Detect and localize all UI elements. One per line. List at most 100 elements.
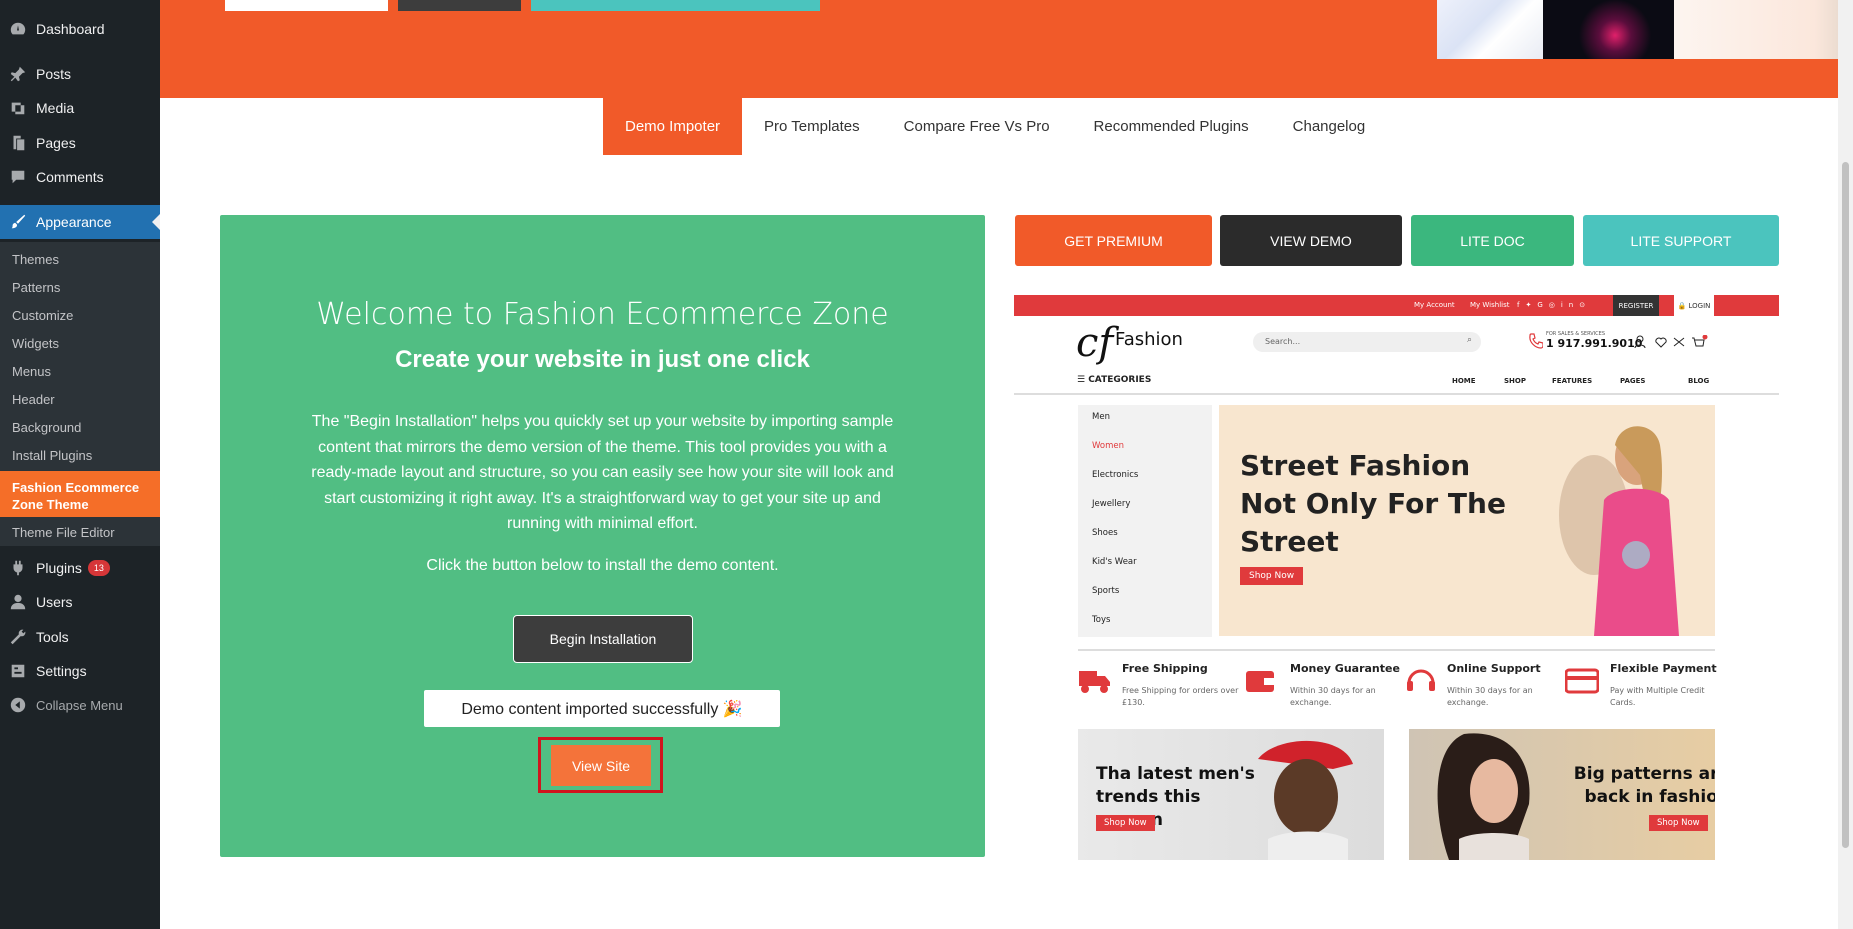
begin-installation-button[interactable]: Begin Installation xyxy=(513,615,693,663)
lite-support-button[interactable]: LITE SUPPORT xyxy=(1583,215,1779,266)
pin-icon xyxy=(0,65,36,83)
theme-demo-preview: My Account My Wishlist f✦G◎in⊙ REGISTER … xyxy=(1014,295,1779,861)
preview-phone-number: 1 917.991.9010 xyxy=(1546,337,1643,350)
submenu-themes[interactable]: Themes xyxy=(12,252,59,267)
menu-posts[interactable]: Posts xyxy=(0,57,160,91)
preview-category: Women xyxy=(1092,441,1125,451)
preview-promo-button: Shop Now xyxy=(1649,815,1708,831)
theme-banner xyxy=(160,0,1853,98)
scrollbar-thumb[interactable] xyxy=(1842,162,1849,848)
menu-pages[interactable]: Pages xyxy=(0,126,160,160)
submenu-theme-page[interactable]: Fashion Ecommerce Zone Theme xyxy=(0,471,160,517)
banner-input-stub xyxy=(225,0,388,11)
preview-categories-label: ☰ CATEGORIES xyxy=(1077,375,1152,385)
menu-label: Appearance xyxy=(36,214,112,230)
preview-category: Shoes xyxy=(1092,528,1118,538)
install-instruction: Click the button below to install the de… xyxy=(426,557,779,574)
preview-nav-blog: BLOG xyxy=(1688,377,1710,385)
submenu-patterns[interactable]: Patterns xyxy=(12,280,60,295)
preview-social-icons: f✦G◎in⊙ xyxy=(1517,301,1592,309)
preview-category: Kid's Wear xyxy=(1092,557,1137,567)
preview-feature-title: Money Guarantee xyxy=(1290,662,1400,675)
media-icon xyxy=(0,99,36,117)
preview-register-link: REGISTER xyxy=(1613,295,1659,316)
preview-feature-desc: Free Shipping for orders over £130. xyxy=(1122,686,1239,707)
get-premium-button[interactable]: GET PREMIUM xyxy=(1015,215,1212,266)
submenu-install-plugins[interactable]: Install Plugins xyxy=(12,448,92,463)
dashboard-icon xyxy=(0,20,36,38)
banner-button-stub[interactable] xyxy=(398,0,521,11)
preview-hero-title: Street Fashion Not Only For The Street xyxy=(1240,449,1506,558)
view-demo-button[interactable]: VIEW DEMO xyxy=(1220,215,1402,266)
menu-label: Comments xyxy=(36,169,104,185)
preview-category: Toys xyxy=(1092,615,1111,625)
settings-icon xyxy=(0,662,36,680)
preview-nav-features: FEATURES xyxy=(1552,377,1593,385)
preview-promo-women: Big patterns are back in fashion Shop No… xyxy=(1409,729,1715,860)
screenshot-thumb xyxy=(1543,0,1674,59)
submenu-widgets[interactable]: Widgets xyxy=(12,336,59,351)
menu-appearance[interactable]: Appearance xyxy=(0,205,160,239)
menu-plugins[interactable]: Plugins 13 xyxy=(0,551,160,585)
preview-header-icons xyxy=(1634,335,1708,349)
preview-feature-desc: Pay with Multiple Credit Cards. xyxy=(1610,686,1705,707)
menu-settings[interactable]: Settings xyxy=(0,654,160,688)
collapse-menu-button[interactable]: Collapse Menu xyxy=(0,688,160,722)
preview-search-box: Search... ⌕ xyxy=(1253,332,1481,352)
menu-label: Posts xyxy=(36,66,72,82)
tab-changelog[interactable]: Changelog xyxy=(1271,98,1388,155)
menu-label: Dashboard xyxy=(36,21,105,37)
menu-dashboard[interactable]: Dashboard xyxy=(0,12,160,46)
panel-headline: Create your website in just one click xyxy=(395,346,810,373)
welcome-heading: Welcome to Fashion Ecommerce Zone xyxy=(316,297,889,332)
preview-category: Men xyxy=(1092,412,1110,422)
menu-media[interactable]: Media xyxy=(0,91,160,125)
demo-importer-panel: Welcome to Fashion Ecommerce Zone Create… xyxy=(220,215,985,857)
submenu-background[interactable]: Background xyxy=(12,420,81,435)
preview-login-link: 🔒 LOGIN xyxy=(1674,295,1714,316)
submenu-theme-file-editor[interactable]: Theme File Editor xyxy=(12,525,115,540)
preview-nav-pages: PAGES xyxy=(1620,377,1646,385)
lite-doc-button[interactable]: LITE DOC xyxy=(1411,215,1574,266)
menu-label: Settings xyxy=(36,663,87,679)
menu-label: Pages xyxy=(36,135,76,151)
comment-icon xyxy=(0,168,36,186)
menu-label: Media xyxy=(36,100,75,116)
preview-feature-desc: Within 30 days for an exchange. xyxy=(1447,686,1533,707)
wrench-icon xyxy=(0,628,36,646)
search-icon: ⌕ xyxy=(1466,335,1472,345)
preview-search-placeholder: Search... xyxy=(1265,337,1301,346)
preview-nav-shop: SHOP xyxy=(1504,377,1526,385)
submenu-customize[interactable]: Customize xyxy=(12,308,73,323)
preview-promo-men: Tha latest men's trends this season Shop… xyxy=(1078,729,1384,860)
menu-label: Users xyxy=(36,594,73,610)
banner-theme-screenshots xyxy=(1437,0,1853,59)
view-site-button[interactable]: View Site xyxy=(551,745,651,786)
credit-card-icon xyxy=(1565,668,1599,694)
preview-category: Electronics xyxy=(1092,470,1139,480)
preview-hero-button: Shop Now xyxy=(1240,567,1304,585)
tab-demo-importer[interactable]: Demo Impoter xyxy=(603,98,743,155)
tab-pro-templates[interactable]: Pro Templates xyxy=(742,98,882,155)
menu-tools[interactable]: Tools xyxy=(0,620,160,654)
preview-nav-home: HOME xyxy=(1452,377,1476,385)
pages-icon xyxy=(0,134,36,152)
menu-label: Plugins xyxy=(36,560,82,576)
menu-comments[interactable]: Comments xyxy=(0,160,160,194)
model-image xyxy=(1559,426,1679,636)
truck-icon xyxy=(1079,671,1110,693)
submenu-menus[interactable]: Menus xyxy=(12,364,51,379)
preview-feature-title: Online Support xyxy=(1447,662,1541,675)
wallet-icon xyxy=(1246,671,1276,692)
plugin-icon xyxy=(0,559,36,577)
preview-divider xyxy=(1014,393,1779,395)
user-icon xyxy=(0,593,36,611)
update-count-badge: 13 xyxy=(87,560,110,576)
import-success-message: Demo content imported successfully 🎉 xyxy=(424,690,780,727)
preview-category: Sports xyxy=(1092,586,1120,596)
tab-compare[interactable]: Compare Free Vs Pro xyxy=(882,98,1072,155)
tab-recommended-plugins[interactable]: Recommended Plugins xyxy=(1072,98,1271,155)
banner-button-stub[interactable] xyxy=(531,0,820,11)
menu-users[interactable]: Users xyxy=(0,585,160,619)
submenu-header[interactable]: Header xyxy=(12,392,55,407)
